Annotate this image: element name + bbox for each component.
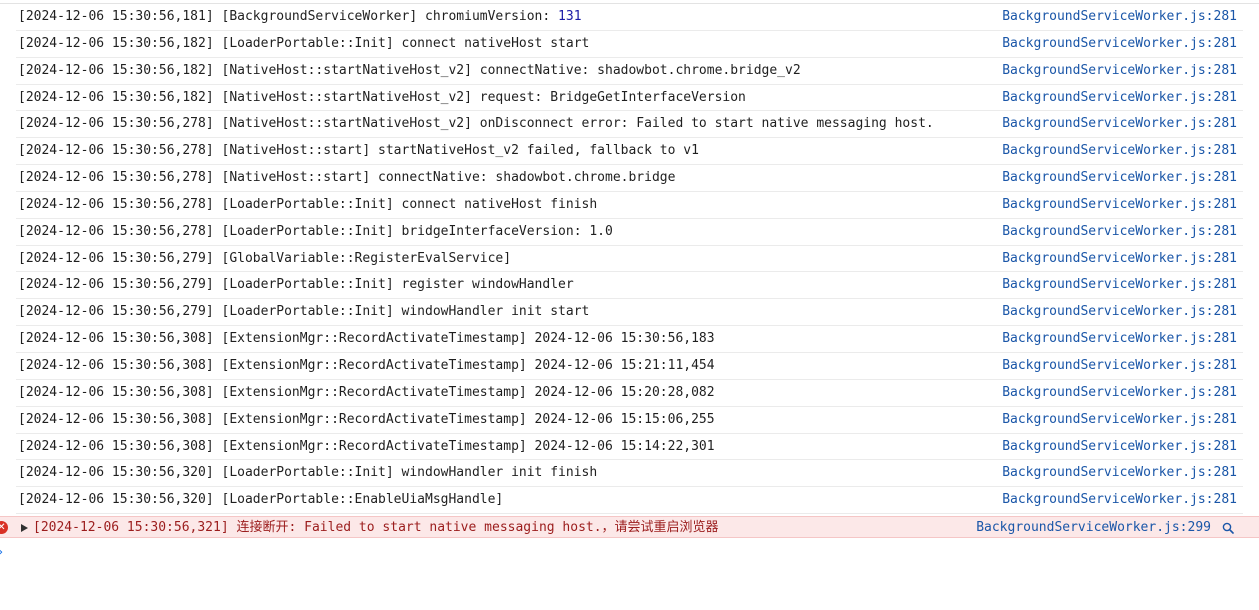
log-source-link[interactable]: BackgroundServiceWorker.js:281 (1002, 111, 1237, 137)
log-row: [2024-12-06 15:30:56,308] [ExtensionMgr:… (16, 326, 1243, 353)
log-source-link[interactable]: BackgroundServiceWorker.js:281 (1002, 434, 1237, 460)
log-row: [2024-12-06 15:30:56,279] [LoaderPortabl… (16, 272, 1243, 300)
log-message: [2024-12-06 15:30:56,278] [NativeHost::s… (18, 116, 934, 132)
log-source-link[interactable]: BackgroundServiceWorker.js:281 (1002, 138, 1237, 164)
log-source-link[interactable]: BackgroundServiceWorker.js:281 (1002, 380, 1237, 406)
log-source-link[interactable]: BackgroundServiceWorker.js:281 (1002, 407, 1237, 433)
log-message: [2024-12-06 15:30:56,308] [ExtensionMgr:… (18, 331, 715, 347)
log-row: [2024-12-06 15:30:56,182] [LoaderPortabl… (16, 31, 1243, 58)
expand-arrow-icon[interactable] (21, 524, 28, 533)
log-message: [2024-12-06 15:30:56,320] [LoaderPortabl… (18, 492, 504, 508)
log-message: [2024-12-06 15:30:56,308] [ExtensionMgr:… (18, 384, 715, 400)
log-row: [2024-12-06 15:30:56,278] [NativeHost::s… (16, 138, 1243, 166)
log-source-link[interactable]: BackgroundServiceWorker.js:281 (1002, 58, 1237, 84)
log-row: [2024-12-06 15:30:56,278] [LoaderPortabl… (16, 192, 1243, 219)
log-message: [2024-12-06 15:30:56,182] [NativeHost::s… (18, 89, 746, 105)
log-row: [2024-12-06 15:30:56,308] [ExtensionMgr:… (16, 407, 1243, 434)
log-source-link[interactable]: BackgroundServiceWorker.js:281 (1002, 219, 1237, 245)
console-panel: [2024-12-06 15:30:56,181] [BackgroundSer… (0, 0, 1259, 610)
log-source-link[interactable]: BackgroundServiceWorker.js:281 (1002, 246, 1237, 272)
log-row: [2024-12-06 15:30:56,278] [NativeHost::s… (16, 165, 1243, 192)
log-row: [2024-12-06 15:30:56,279] [LoaderPortabl… (16, 299, 1243, 327)
log-source-link[interactable]: BackgroundServiceWorker.js:281 (1002, 4, 1237, 30)
log-row: [2024-12-06 15:30:56,308] [ExtensionMgr:… (16, 380, 1243, 407)
log-message: [2024-12-06 15:30:56,182] [LoaderPortabl… (18, 35, 590, 51)
log-number-value: 131 (558, 9, 582, 24)
log-source-link[interactable]: BackgroundServiceWorker.js:281 (1002, 272, 1237, 298)
log-row: [2024-12-06 15:30:56,308] [ExtensionMgr:… (16, 353, 1243, 380)
error-message: [2024-12-06 15:30:56,321] 连接断开: Failed t… (33, 520, 719, 536)
error-log-row[interactable]: ✕ [2024-12-06 15:30:56,321] 连接断开: Failed… (0, 516, 1259, 539)
log-message: [2024-12-06 15:30:56,308] [ExtensionMgr:… (18, 438, 715, 454)
log-source-link[interactable]: BackgroundServiceWorker.js:281 (1002, 299, 1237, 325)
log-message: [2024-12-06 15:30:56,279] [GlobalVariabl… (18, 250, 512, 266)
log-list: [2024-12-06 15:30:56,181] [BackgroundSer… (0, 4, 1259, 515)
log-source-link[interactable]: BackgroundServiceWorker.js:281 (1002, 192, 1237, 218)
log-message: [2024-12-06 15:30:56,320] [LoaderPortabl… (18, 465, 598, 481)
console-prompt-icon[interactable]: › (0, 545, 3, 560)
log-message: [2024-12-06 15:30:56,308] [ExtensionMgr:… (18, 411, 715, 427)
log-source-link[interactable]: BackgroundServiceWorker.js:281 (1002, 460, 1237, 486)
log-source-link[interactable]: BackgroundServiceWorker.js:281 (1002, 165, 1237, 191)
log-message: [2024-12-06 15:30:56,308] [ExtensionMgr:… (18, 357, 715, 373)
log-message: [2024-12-06 15:30:56,278] [LoaderPortabl… (18, 223, 613, 239)
log-row: [2024-12-06 15:30:56,182] [NativeHost::s… (16, 85, 1243, 112)
log-row: [2024-12-06 15:30:56,320] [LoaderPortabl… (16, 460, 1243, 488)
log-source-link[interactable]: BackgroundServiceWorker.js:281 (1002, 326, 1237, 352)
log-row: [2024-12-06 15:30:56,181] [BackgroundSer… (16, 4, 1243, 31)
log-message: [2024-12-06 15:30:56,181] [BackgroundSer… (18, 9, 582, 24)
log-message: [2024-12-06 15:30:56,278] [LoaderPortabl… (18, 196, 598, 212)
log-message: [2024-12-06 15:30:56,279] [LoaderPortabl… (18, 304, 590, 320)
log-row: [2024-12-06 15:30:56,279] [GlobalVariabl… (16, 246, 1243, 273)
log-message: [2024-12-06 15:30:56,279] [LoaderPortabl… (18, 277, 574, 293)
log-source-link[interactable]: BackgroundServiceWorker.js:281 (1002, 85, 1237, 111)
log-message: [2024-12-06 15:30:56,182] [NativeHost::s… (18, 62, 801, 78)
log-source-link[interactable]: BackgroundServiceWorker.js:281 (1002, 487, 1237, 513)
error-source-link[interactable]: BackgroundServiceWorker.js:299 (976, 517, 1211, 539)
error-icon: ✕ (0, 521, 8, 535)
log-row: [2024-12-06 15:30:56,278] [NativeHost::s… (16, 111, 1243, 139)
log-row: [2024-12-06 15:30:56,308] [ExtensionMgr:… (16, 434, 1243, 461)
log-source-link[interactable]: BackgroundServiceWorker.js:281 (1002, 353, 1237, 379)
log-row: [2024-12-06 15:30:56,182] [NativeHost::s… (16, 58, 1243, 85)
log-message: [2024-12-06 15:30:56,278] [NativeHost::s… (18, 143, 699, 159)
log-row: [2024-12-06 15:30:56,320] [LoaderPortabl… (16, 487, 1243, 515)
log-row: [2024-12-06 15:30:56,278] [LoaderPortabl… (16, 219, 1243, 246)
search-icon[interactable] (1222, 522, 1234, 534)
log-message: [2024-12-06 15:30:56,278] [NativeHost::s… (18, 170, 676, 186)
log-source-link[interactable]: BackgroundServiceWorker.js:281 (1002, 31, 1237, 57)
